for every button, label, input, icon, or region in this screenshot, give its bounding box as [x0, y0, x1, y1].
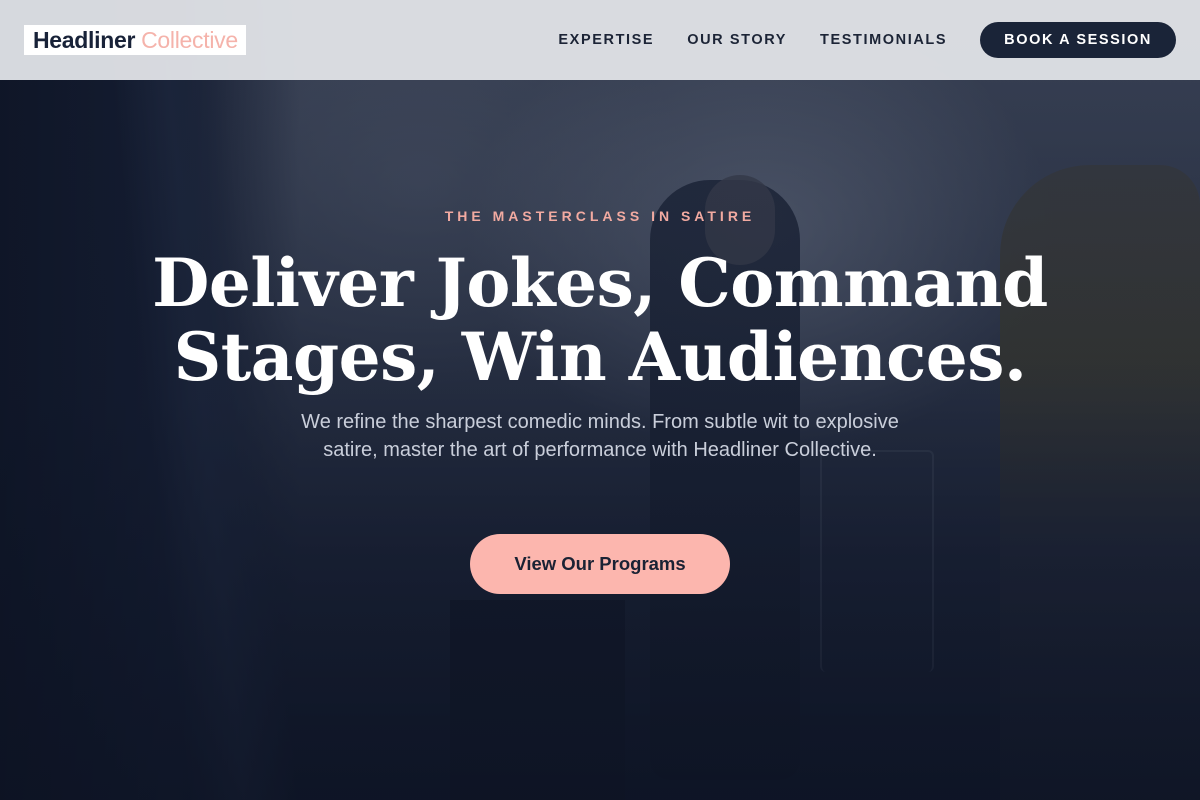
landing-page: Headliner Collective EXPERTISE OUR STORY… [0, 0, 1200, 800]
hero-eyebrow: THE MASTERCLASS IN SATIRE [444, 208, 756, 224]
nav-link-our-story[interactable]: OUR STORY [687, 32, 787, 48]
book-session-button[interactable]: BOOK A SESSION [980, 22, 1176, 58]
hero-headline: Deliver Jokes, Command Stages, Win Audie… [152, 244, 1048, 396]
hero-section: THE MASTERCLASS IN SATIRE Deliver Jokes,… [0, 80, 1200, 800]
nav-link-expertise[interactable]: EXPERTISE [558, 32, 654, 48]
main-nav: EXPERTISE OUR STORY TESTIMONIALS BOOK A … [525, 22, 1176, 58]
nav-link-testimonials[interactable]: TESTIMONIALS [820, 32, 947, 48]
brand-logo[interactable]: Headliner Collective [24, 25, 246, 55]
logo-primary-text: Headliner [33, 26, 136, 53]
hero-subcopy: We refine the sharpest comedic minds. Fr… [301, 411, 899, 461]
view-programs-button[interactable]: View Our Programs [470, 534, 730, 594]
site-header: Headliner Collective EXPERTISE OUR STORY… [0, 0, 1200, 80]
logo-accent-text: Collective [141, 26, 238, 53]
